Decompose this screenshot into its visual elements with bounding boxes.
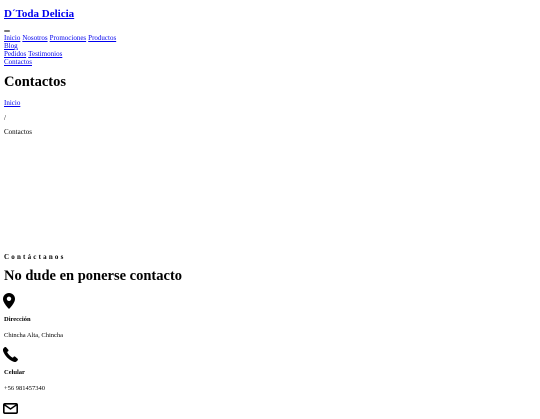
phone-value: +56 981457340	[4, 385, 46, 392]
breadcrumb-current: Contactos	[4, 128, 32, 136]
map-marker-icon	[3, 293, 15, 314]
nav-link-contactos[interactable]: Contactos	[4, 58, 32, 66]
nav-link-nosotros[interactable]: Nosotros	[22, 34, 47, 42]
address-value: Chincha Alta, Chincha	[4, 332, 64, 339]
envelope-icon	[3, 401, 18, 419]
nav-row: Inicio Nosotros Promociones Productos	[4, 34, 118, 43]
nav-link-pedidos[interactable]: Pedidos	[4, 50, 26, 58]
contact-heading: No dude en ponerse contacto	[4, 268, 183, 284]
page-title: Contactos	[4, 74, 67, 90]
address-label: Dirección	[4, 316, 31, 323]
breadcrumb-separator: /	[4, 114, 6, 122]
phone-label: Celular	[4, 369, 25, 376]
nav-link-promociones[interactable]: Promociones	[50, 34, 87, 42]
contact-eyebrow: Contáctanos	[4, 253, 66, 261]
nav-link-productos[interactable]: Productos	[88, 34, 116, 42]
brand-link[interactable]: D´Toda Delicia	[4, 8, 74, 20]
nav-row: Contactos	[4, 58, 34, 67]
breadcrumb-home-link[interactable]: Inicio	[4, 99, 20, 107]
nav-link-testimonios[interactable]: Testimonios	[28, 50, 62, 58]
nav-toggle-button[interactable]	[4, 30, 10, 32]
nav-link-blog[interactable]: Blog	[4, 42, 18, 50]
phone-icon	[2, 346, 18, 367]
nav-link-inicio[interactable]: Inicio	[4, 34, 20, 42]
